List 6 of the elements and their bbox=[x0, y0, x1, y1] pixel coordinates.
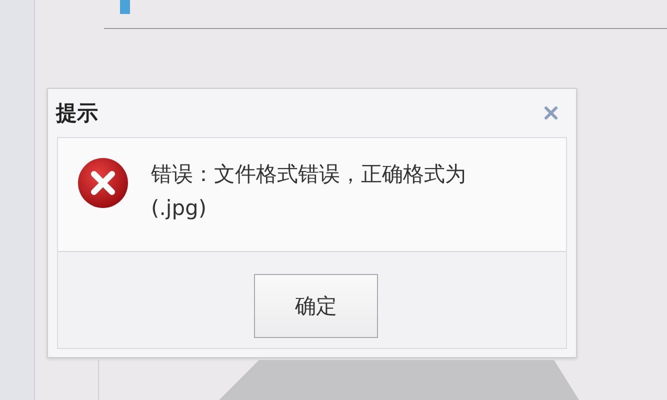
ok-button[interactable]: 确定 bbox=[254, 274, 378, 338]
dialog-title: 提示 bbox=[56, 100, 98, 127]
error-message: 错误：文件格式错误，正确格式为(.jpg) bbox=[151, 161, 467, 222]
heading-marker-icon bbox=[120, 0, 130, 14]
error-icon bbox=[77, 157, 129, 209]
close-icon[interactable] bbox=[544, 106, 558, 120]
